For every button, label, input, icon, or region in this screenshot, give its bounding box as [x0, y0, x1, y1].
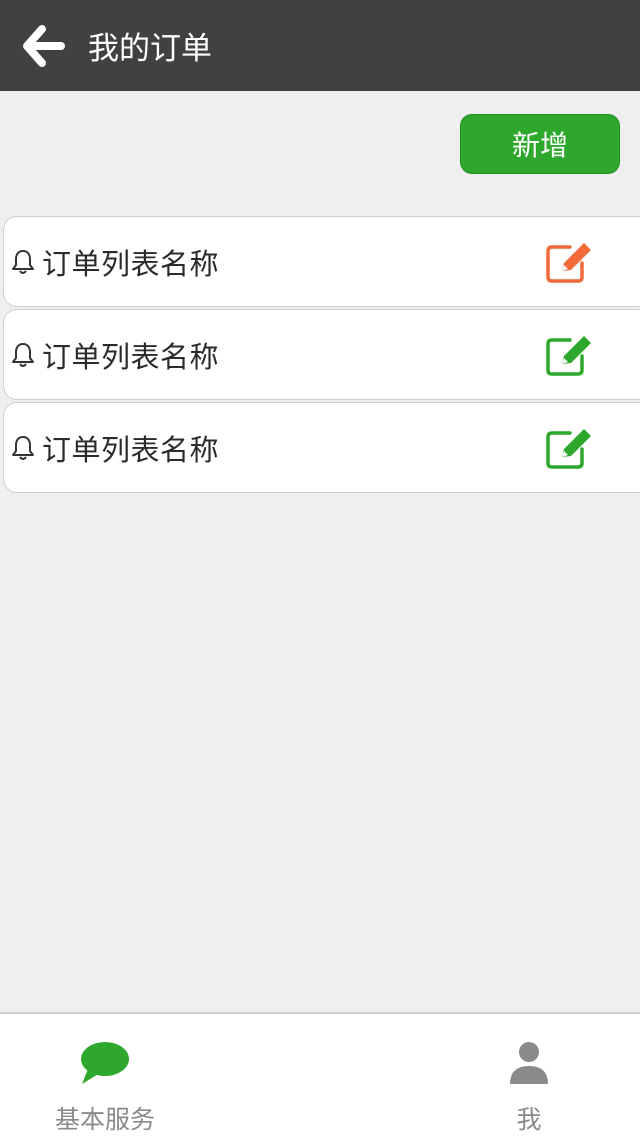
tab-label: 我 [516, 1105, 542, 1134]
order-list-item[interactable]: 订单列表名称 [3, 309, 640, 400]
order-name: 订单列表名称 [42, 246, 220, 281]
order-name: 订单列表名称 [42, 432, 220, 467]
tab-me[interactable]: 我 [470, 1014, 588, 1136]
bell-icon [10, 340, 38, 370]
bell-icon [10, 247, 38, 277]
edit-icon[interactable] [544, 427, 596, 471]
order-list-item[interactable]: 订单列表名称 [3, 216, 640, 307]
page-title: 我的订单 [88, 31, 212, 67]
order-name: 订单列表名称 [42, 339, 220, 374]
edit-icon[interactable] [544, 241, 596, 285]
tab-basic-services[interactable]: 基本服务 [30, 1014, 180, 1136]
user-icon [508, 1038, 550, 1088]
add-order-button[interactable]: 新增 [460, 114, 620, 174]
top-navigation-bar: 我的订单 [0, 0, 640, 91]
order-list: 订单列表名称 订单列表名称 订单列表名称 [3, 216, 640, 495]
back-button[interactable] [0, 0, 92, 91]
bell-icon [10, 433, 38, 463]
order-list-item[interactable]: 订单列表名称 [3, 402, 640, 493]
arrow-left-icon [23, 24, 65, 67]
edit-icon[interactable] [544, 334, 596, 378]
bottom-tab-bar: 基本服务 我 [0, 1012, 640, 1136]
chat-bubble-icon [78, 1038, 132, 1088]
tab-label: 基本服务 [54, 1105, 155, 1134]
